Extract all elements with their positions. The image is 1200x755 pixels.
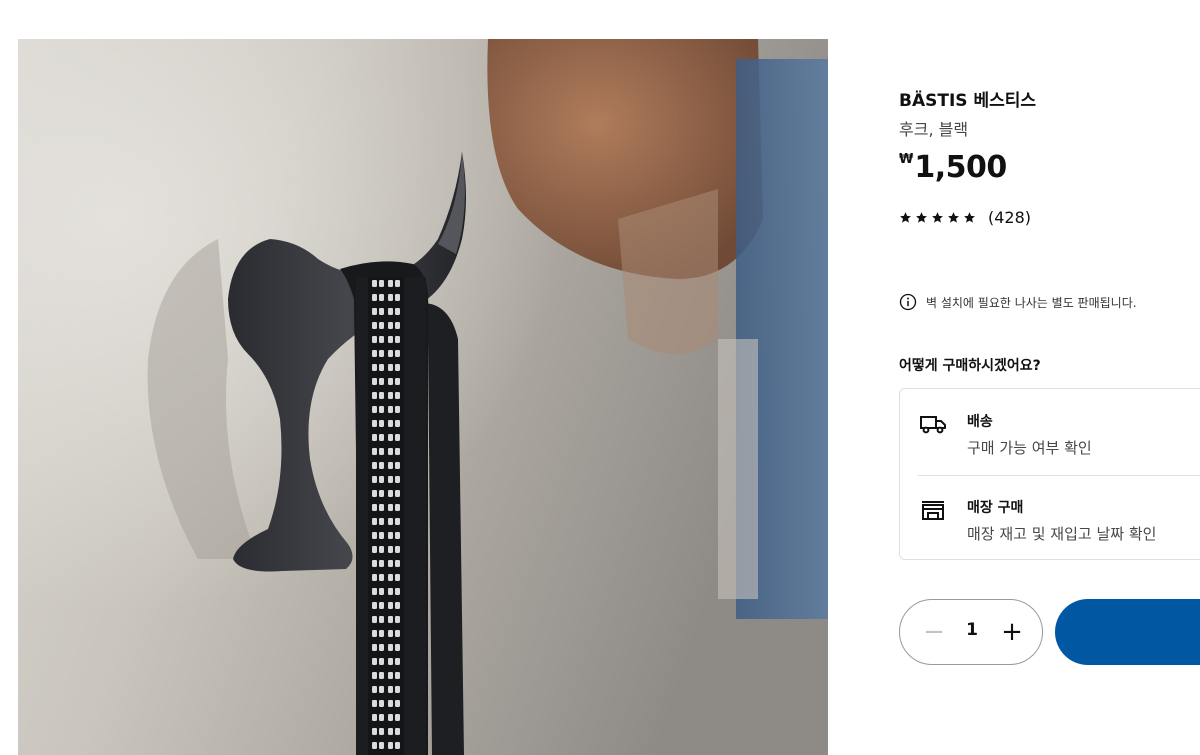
product-description: 후크, 블랙 (899, 120, 969, 139)
price-currency: ₩ (899, 152, 914, 167)
quantity-stepper: − 1 + (899, 599, 1043, 665)
rating[interactable]: (428) (899, 208, 1031, 227)
price-amount: 1,500 (914, 150, 1007, 185)
info-icon (899, 293, 917, 311)
star-icon (932, 212, 943, 223)
star-icon (948, 212, 959, 223)
product-title[interactable]: BÄSTIS 베스티스 (899, 86, 1036, 111)
quantity-value[interactable]: 1 (964, 620, 980, 640)
truck-icon (919, 413, 947, 435)
product-price: ₩1,500 (899, 150, 1007, 185)
delivery-sub: 구매 가능 여부 확인 (967, 439, 1092, 457)
delivery-option[interactable]: 배송 구매 가능 여부 확인 (900, 389, 1200, 475)
notice-text: 벽 설치에 필요한 나사는 별도 판매됩니다. (926, 295, 1137, 310)
screws-notice: 벽 설치에 필요한 나사는 별도 판매됩니다. (899, 293, 1137, 311)
store-icon (919, 499, 947, 521)
decrease-quantity-button[interactable]: − (922, 617, 946, 647)
star-icon (916, 212, 927, 223)
store-sub: 매장 재고 및 재입고 날짜 확인 (967, 525, 1157, 543)
rating-stars (899, 211, 976, 224)
store-label: 매장 구매 (967, 500, 1024, 516)
product-image[interactable] (18, 39, 828, 755)
product-info: BÄSTIS 베스티스 후크, 블랙 ₩1,500 (428) 벽 설치에 필요… (899, 0, 1200, 755)
purchase-heading: 어떻게 구매하시겠어요? (899, 358, 1041, 374)
increase-quantity-button[interactable]: + (999, 617, 1025, 647)
review-count: (428) (988, 208, 1032, 227)
star-icon (964, 212, 975, 223)
star-icon (900, 212, 911, 223)
purchase-options: 배송 구매 가능 여부 확인 매장 구매 매장 재고 및 재입고 날짜 확인 (899, 388, 1200, 560)
delivery-label: 배송 (967, 414, 993, 430)
add-to-cart-button[interactable] (1055, 599, 1200, 665)
store-option[interactable]: 매장 구매 매장 재고 및 재입고 날짜 확인 (900, 475, 1200, 561)
